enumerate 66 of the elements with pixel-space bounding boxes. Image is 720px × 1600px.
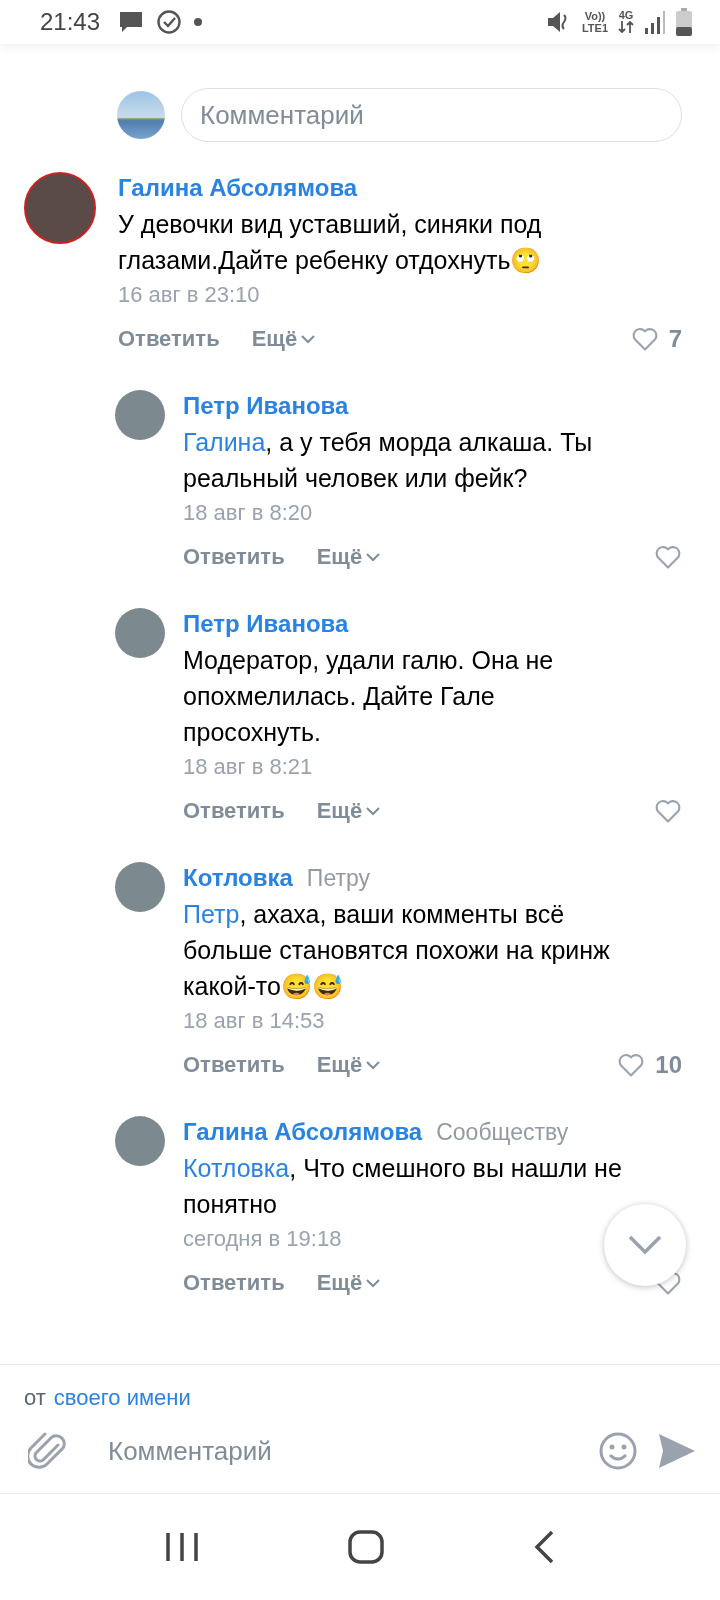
message-icon — [118, 10, 145, 34]
mention-link[interactable]: Петр — [183, 900, 240, 928]
reply-button[interactable]: Ответить — [183, 1052, 285, 1078]
avatar[interactable] — [115, 862, 165, 912]
battery-icon — [676, 8, 692, 36]
author-name[interactable]: Галина Абсолямова — [118, 174, 358, 202]
reply-button[interactable]: Ответить — [183, 544, 285, 570]
comment-text: Котловка, Что смешного вы нашли не понятно — [183, 1153, 622, 1220]
mention-link[interactable]: Котловка — [183, 1154, 290, 1182]
comment-text: У девочки вид уставший, синяки под глазами.Дайте ребенку отдохнуть🙄 — [118, 209, 543, 276]
like-count: 7 — [668, 325, 682, 353]
like-count: 10 — [655, 1051, 682, 1079]
check-circle-icon — [156, 9, 183, 35]
send-icon[interactable] — [658, 1433, 696, 1469]
comment-date: 18 авг в 14:53 — [183, 1008, 325, 1034]
smiley-icon[interactable] — [598, 1431, 638, 1471]
heart-icon[interactable] — [617, 1052, 646, 1078]
comment-date: 18 авг в 8:20 — [183, 500, 313, 526]
chevron-down-icon — [366, 1278, 381, 1288]
avatar[interactable] — [115, 1116, 165, 1166]
author-name[interactable]: Петр Иванова — [183, 392, 349, 420]
addressee: Петру — [306, 865, 370, 892]
more-button[interactable]: Ещё — [316, 1052, 381, 1078]
comment-text: Галина, а у тебя морда алкаша. Ты реальный человек или фейк? — [183, 427, 594, 494]
addressee: Сообществу — [436, 1119, 569, 1146]
comment-field[interactable]: Комментарий — [181, 88, 682, 142]
identity-prefix: от — [24, 1385, 46, 1411]
avatar[interactable] — [115, 390, 165, 440]
data-arrows-icon — [618, 21, 634, 33]
comment-text: Модератор, удали галю. Она не опохмелилась. Дайте Гале просохнуть. — [183, 645, 555, 748]
comment-text: Петр, ахаха, ваши комменты всё больше становятся похожи на кринж какой-то😅😅 — [183, 899, 611, 1002]
heart-icon[interactable] — [654, 544, 682, 570]
comment-date: сегодня в 19:18 — [183, 1226, 342, 1252]
chevron-down-icon — [366, 552, 381, 562]
signal-icon — [644, 10, 666, 34]
scroll-down-button[interactable] — [604, 1204, 686, 1286]
back-icon[interactable] — [533, 1530, 556, 1564]
more-button[interactable]: Ещё — [316, 544, 381, 570]
more-button[interactable]: Ещё — [316, 1270, 381, 1296]
recent-apps-icon[interactable] — [164, 1532, 199, 1562]
chevron-down-icon — [366, 806, 381, 816]
comment-date: 18 авг в 8:21 — [183, 754, 313, 780]
lte-label: LTE1 — [581, 22, 608, 34]
reply-button[interactable]: Ответить — [118, 326, 220, 352]
avatar[interactable] — [115, 608, 165, 658]
author-name[interactable]: Петр Иванова — [183, 610, 349, 638]
chevron-down-icon — [628, 1235, 662, 1255]
mention-link[interactable]: Галина — [183, 428, 266, 456]
heart-icon[interactable] — [630, 326, 659, 352]
clock: 21:43 — [40, 8, 101, 36]
dot-icon — [194, 18, 203, 26]
identity-link[interactable]: своего имени — [53, 1385, 191, 1411]
reply-button[interactable]: Ответить — [183, 798, 285, 824]
home-icon[interactable] — [348, 1530, 384, 1564]
reply-button[interactable]: Ответить — [183, 1270, 285, 1296]
more-button[interactable]: Ещё — [251, 326, 316, 352]
avatar-photo — [117, 91, 165, 139]
volte-label: Vo)) — [583, 10, 607, 22]
network-label: 4G — [618, 9, 634, 21]
comment-date: 16 авг в 23:10 — [118, 282, 260, 308]
chevron-down-icon — [366, 1060, 381, 1070]
chevron-down-icon — [301, 334, 316, 344]
more-button[interactable]: Ещё — [316, 798, 381, 824]
heart-icon[interactable] — [654, 798, 682, 824]
author-name[interactable]: Галина Абсолямова — [183, 1118, 423, 1146]
author-name[interactable]: Котловка — [183, 864, 293, 892]
